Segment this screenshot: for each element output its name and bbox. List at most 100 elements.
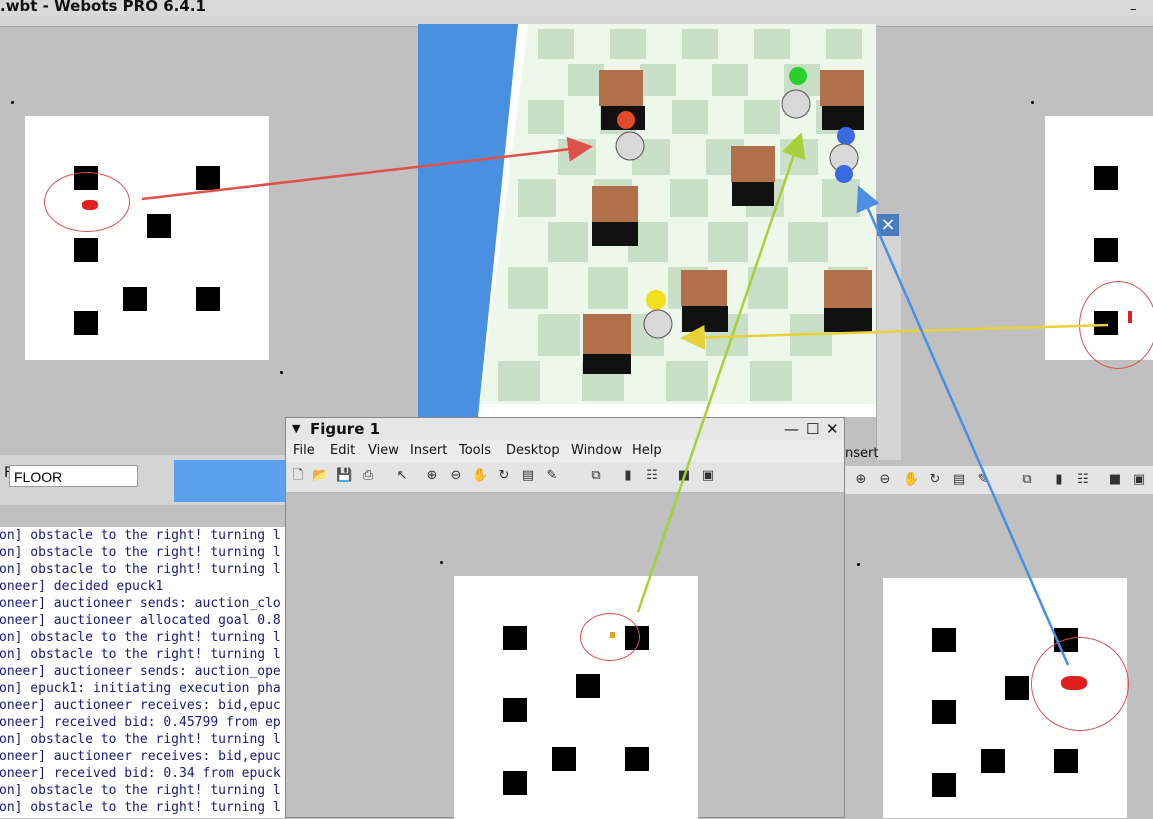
minimize-icon[interactable]: —: [784, 420, 799, 438]
menu-tools[interactable]: Tools: [459, 443, 491, 458]
side-panel: [876, 236, 901, 460]
hide-tools-icon[interactable]: ■: [1107, 472, 1123, 488]
obstacle: [981, 749, 1005, 773]
obstacle: [932, 628, 956, 652]
menu-desktop[interactable]: Desktop: [506, 443, 560, 458]
link-icon[interactable]: ⧉: [1019, 472, 1035, 488]
console-line: oneer] auctioneer receives: bid,epuc: [0, 698, 281, 713]
close-icon[interactable]: ×: [877, 214, 899, 236]
console-line: oneer] auctioneer allocated goal 0.8: [0, 613, 281, 628]
obstacle: [74, 311, 98, 335]
menu-insert[interactable]: Insert: [410, 443, 447, 458]
console-line: oneer] auctioneer sends: auction_clo: [0, 596, 281, 611]
selection-bar: [174, 460, 285, 502]
obstacle: [147, 214, 171, 238]
highlight-oval: [1079, 281, 1153, 369]
console-line: on] epuck1: initiating execution pha: [0, 681, 281, 696]
axis-dot: [11, 101, 14, 104]
link-icon[interactable]: ⧉: [588, 468, 604, 484]
obstacle: [576, 674, 600, 698]
dock-icon[interactable]: ▣: [1131, 472, 1147, 488]
console-line: on] obstacle to the right! turning l: [0, 732, 281, 747]
obstacle: [1054, 749, 1078, 773]
dock-icon[interactable]: ▣: [700, 468, 716, 484]
datacursor-icon[interactable]: ▤: [951, 472, 967, 488]
obstacle: [74, 238, 98, 262]
zoom-in-icon[interactable]: ⊕: [853, 472, 869, 488]
legend-icon[interactable]: ☷: [644, 468, 660, 484]
console-line: on] obstacle to the right! turning l: [0, 647, 281, 662]
axis-dot: [440, 561, 443, 564]
obstacle: [503, 698, 527, 722]
obstacle: [1094, 166, 1118, 190]
obstacle: [932, 700, 956, 724]
console-line: oneer] decided epuck1: [0, 579, 164, 594]
figure-toolbar: 🗋 📂 💾 ⎙ ↖ ⊕ ⊖ ✋ ↻ ▤ ✎ ⧉ ▮ ☷ ■ ▣: [286, 462, 844, 493]
obstacle: [552, 747, 576, 771]
window-title: .wbt - Webots PRO 6.4.1: [0, 0, 206, 15]
console-line: oneer] received bid: 0.34 from epuck: [0, 766, 281, 781]
obstacle: [196, 166, 220, 190]
figure-title: Figure 1: [310, 420, 381, 438]
scene-svg: [418, 24, 876, 417]
axis-dot: [857, 563, 860, 566]
menu-help[interactable]: Help: [632, 443, 662, 458]
zoom-in-icon[interactable]: ⊕: [424, 468, 440, 484]
highlight-oval: [1031, 637, 1129, 731]
console-line: oneer] received bid: 0.45799 from ep: [0, 715, 281, 730]
open-icon[interactable]: 📂: [312, 468, 328, 484]
print-icon[interactable]: ⎙: [360, 468, 376, 484]
obstacle: [1094, 238, 1118, 262]
pointer-icon[interactable]: ↖: [394, 468, 410, 484]
maximize-icon[interactable]: ☐: [806, 420, 819, 438]
highlight-oval: [580, 613, 640, 661]
obstacle: [196, 287, 220, 311]
console-line: oneer] auctioneer receives: bid,epuc: [0, 749, 281, 764]
simulation-3d-view[interactable]: [418, 24, 876, 417]
obstacle: [503, 771, 527, 795]
legend-icon[interactable]: ☷: [1075, 472, 1091, 488]
hide-tools-icon[interactable]: ■: [676, 468, 692, 484]
brush-icon[interactable]: ✎: [544, 468, 560, 484]
menu-file[interactable]: File: [293, 443, 315, 458]
close-icon[interactable]: ✕: [826, 420, 839, 438]
new-figure-icon[interactable]: 🗋: [290, 468, 306, 484]
console-line: on] obstacle to the right! turning l: [0, 562, 281, 577]
save-icon[interactable]: 💾: [336, 468, 352, 484]
menu-edit[interactable]: Edit: [330, 443, 355, 458]
menu-window[interactable]: Window: [571, 443, 622, 458]
side-label: nsert: [845, 446, 879, 461]
highlight-oval: [44, 172, 130, 232]
map-plot-center: [454, 576, 698, 819]
figure-window[interactable]: ▼ Figure 1 — ☐ ✕ File Edit View Insert T…: [285, 417, 845, 819]
zoom-out-icon[interactable]: ⊖: [877, 472, 893, 488]
map-plot-left: [25, 116, 269, 360]
obstacle: [1005, 676, 1029, 700]
colorbar-icon[interactable]: ▮: [620, 468, 636, 484]
console-line: on] obstacle to the right! turning l: [0, 528, 281, 543]
console-output: on] obstacle to the right! turning l on] …: [0, 527, 285, 818]
menu-view[interactable]: View: [368, 443, 399, 458]
console-line: on] obstacle to the right! turning l: [0, 783, 281, 798]
minimize-icon[interactable]: –: [1130, 2, 1137, 17]
window-titlebar: .wbt - Webots PRO 6.4.1: [0, 0, 1153, 16]
colorbar-icon[interactable]: ▮: [1051, 472, 1067, 488]
window-menu-icon[interactable]: ▼: [292, 422, 300, 435]
zoom-out-icon[interactable]: ⊖: [448, 468, 464, 484]
axis-dot: [280, 371, 283, 374]
rotate-icon[interactable]: ↻: [927, 472, 943, 488]
right-figure-toolbar: ⊕ ⊖ ✋ ↻ ▤ ✎ ⧉ ▮ ☷ ■ ▣: [845, 466, 1153, 494]
name-field[interactable]: FLOOR: [9, 465, 138, 487]
axis-dot: [1031, 101, 1034, 104]
obstacle: [123, 287, 147, 311]
pan-icon[interactable]: ✋: [472, 468, 488, 484]
obstacle: [932, 773, 956, 797]
figure-titlebar: ▼ Figure 1 — ☐ ✕: [286, 418, 844, 441]
console-line: on] obstacle to the right! turning l: [0, 545, 281, 560]
rotate-icon[interactable]: ↻: [496, 468, 512, 484]
obstacle: [625, 747, 649, 771]
figure-plot-area: [286, 493, 844, 819]
datacursor-icon[interactable]: ▤: [520, 468, 536, 484]
pan-icon[interactable]: ✋: [903, 472, 919, 488]
brush-icon[interactable]: ✎: [975, 472, 991, 488]
